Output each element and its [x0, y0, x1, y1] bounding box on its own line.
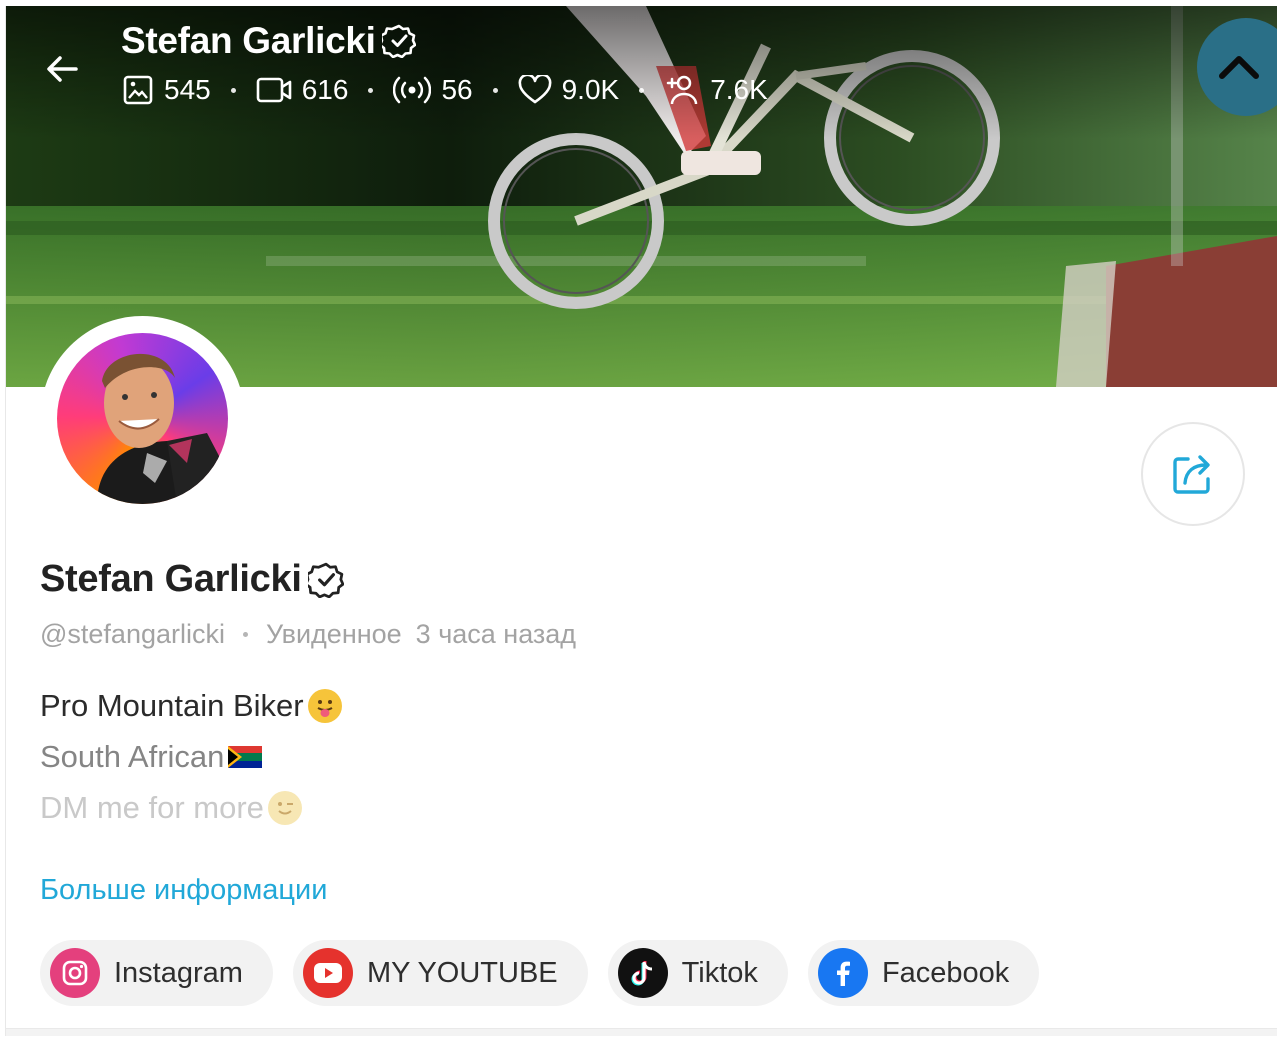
facebook-icon: [817, 948, 868, 998]
profile-page: Stefan Garlicki 545 616 56 9.0K 7.6K Ste…: [5, 6, 1277, 1036]
stat-photos-value: 545: [164, 74, 211, 105]
share-button[interactable]: [1141, 422, 1245, 526]
social-links: Instagram MY YOUTUBE Tiktok Facebook: [40, 940, 1040, 1006]
verified-icon: [307, 562, 344, 598]
stat-streams: 56: [393, 74, 473, 106]
image-icon: [123, 75, 153, 105]
bio-text: Pro Mountain Biker: [40, 688, 304, 723]
avatar[interactable]: [57, 333, 228, 504]
profile-meta: @stefangarlicki Увиденное 3 часа назад: [40, 619, 576, 650]
tiktok-label: Tiktok: [681, 956, 758, 989]
profile-name-text: Stefan Garlicki: [40, 558, 302, 600]
stat-videos-value: 616: [301, 74, 349, 105]
bio-line: South African: [40, 739, 263, 775]
stat-streams-value: 56: [441, 74, 473, 105]
tongue-out-emoji: [307, 689, 342, 723]
stat-separator: [230, 87, 236, 93]
meta-separator: [242, 632, 248, 637]
last-seen-time: 3 часа назад: [415, 619, 577, 649]
stat-subscribers: 7.6K: [664, 74, 768, 106]
share-icon: [1173, 455, 1210, 494]
back-button[interactable]: [42, 48, 84, 90]
live-icon: [393, 76, 432, 104]
stat-photos: 545: [122, 74, 211, 106]
bio-line: Pro Mountain Biker: [40, 688, 342, 724]
youtube-icon: [302, 948, 353, 998]
stat-separator: [492, 87, 498, 93]
stat-likes-value: 9.0K: [561, 74, 620, 105]
subscribers-icon: [666, 75, 698, 105]
facebook-link[interactable]: Facebook: [807, 940, 1040, 1006]
avatar-photo: [97, 353, 228, 504]
instagram-label: Instagram: [114, 956, 243, 989]
heart-icon: [518, 75, 552, 104]
bio-text: DM me for more: [40, 790, 264, 825]
wink-icon: [277, 802, 293, 815]
cover-banner: Stefan Garlicki 545 616 56 9.0K 7.6K: [6, 6, 1277, 387]
tiktok-icon: [617, 948, 668, 998]
stat-separator: [639, 87, 645, 93]
youtube-link[interactable]: MY YOUTUBE: [292, 940, 588, 1006]
tiktok-glyph: [631, 961, 652, 986]
stat-subscribers-value: 7.6K: [710, 74, 768, 105]
arrow-left-icon: [47, 56, 78, 82]
verified-icon: [381, 24, 416, 58]
chevron-up-icon: [1219, 56, 1259, 79]
last-seen-label: Увиденное: [265, 619, 402, 649]
bio-text: South African: [40, 739, 225, 774]
profile-handle: @stefangarlicki: [40, 619, 225, 649]
header-title: Stefan Garlicki: [121, 20, 416, 62]
south-africa-flag-icon: [228, 746, 263, 768]
wink-emoji: [267, 791, 302, 825]
facebook-glyph: [836, 961, 850, 986]
facebook-label: Facebook: [881, 956, 1010, 989]
cover-photo: [6, 6, 1277, 387]
youtube-label: MY YOUTUBE: [366, 956, 558, 989]
stat-videos: 616: [256, 74, 349, 106]
header-name: Stefan Garlicki: [121, 20, 376, 61]
more-info-link[interactable]: Больше информации: [40, 874, 327, 907]
youtube-glyph: [313, 963, 342, 983]
stat-likes: 9.0K: [518, 74, 620, 106]
stat-separator: [368, 87, 374, 93]
profile-name: Stefan Garlicki: [40, 558, 344, 601]
instagram-icon: [50, 948, 100, 998]
bio-line: DM me for more: [40, 790, 302, 826]
instagram-link[interactable]: Instagram: [40, 940, 273, 1006]
header-stats: 545 616 56 9.0K 7.6K: [122, 74, 768, 106]
instagram-glyph: [62, 960, 88, 986]
section-divider: [6, 1028, 1277, 1036]
tongue-out-icon: [317, 700, 333, 717]
video-icon: [256, 77, 292, 103]
tiktok-link[interactable]: Tiktok: [607, 940, 788, 1006]
